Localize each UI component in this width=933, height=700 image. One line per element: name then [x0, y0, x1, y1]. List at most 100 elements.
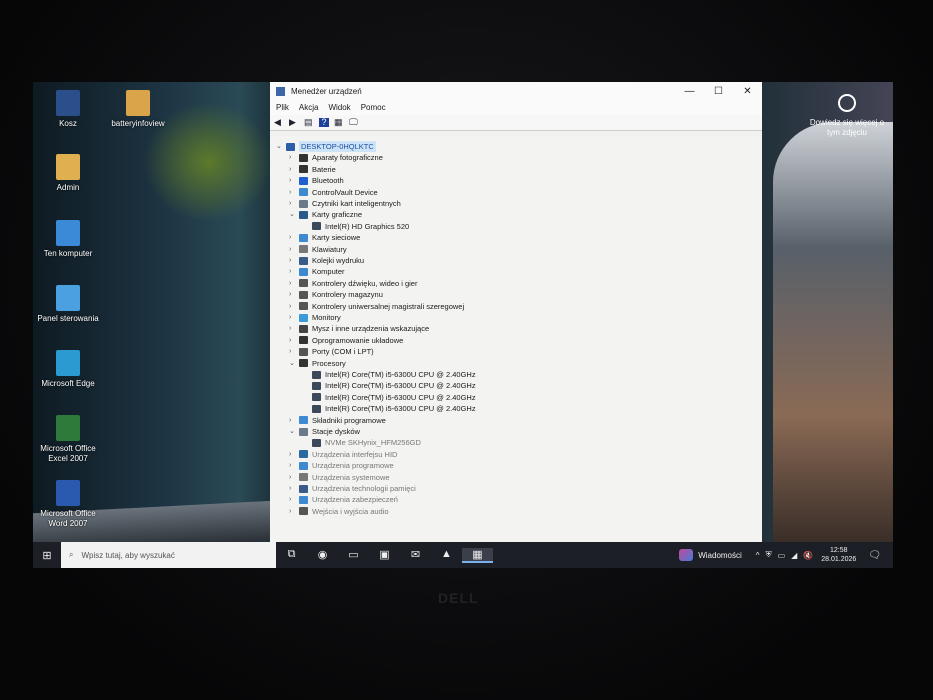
title-bar[interactable]: Menedżer urządzeń — ☐ ✕ — [270, 82, 762, 100]
expand-icon[interactable]: › — [289, 187, 299, 198]
expand-icon[interactable]: › — [289, 278, 299, 289]
scan-hardware-icon[interactable]: 🖵 — [349, 118, 359, 127]
desktop-icon[interactable]: Kosz — [33, 90, 103, 129]
desktop-icon[interactable]: batteryinfoview — [103, 90, 173, 129]
desktop-icon[interactable]: Ten komputer — [33, 220, 103, 259]
device-item[interactable]: Intel(R) Core(TM) i5-6300U CPU @ 2.40GHz — [302, 403, 476, 414]
expand-icon[interactable]: › — [289, 460, 299, 471]
expand-icon[interactable]: › — [289, 335, 299, 346]
menu-plik[interactable]: Plik — [276, 103, 289, 112]
tree-node[interactable]: › Wejścia i wyjścia audio — [289, 506, 389, 517]
minimize-button[interactable]: — — [675, 86, 704, 97]
expand-icon[interactable]: › — [289, 323, 299, 334]
tree-node[interactable]: › Kontrolery magazynu — [289, 289, 383, 300]
store-icon[interactable]: ▣ — [369, 548, 400, 563]
expand-icon[interactable]: › — [289, 346, 299, 357]
collapse-icon[interactable]: ⌄ — [289, 209, 299, 220]
network-icon[interactable]: ◢ — [791, 551, 797, 560]
expand-icon[interactable]: › — [289, 164, 299, 175]
update-driver-icon[interactable]: ▦ — [334, 118, 344, 127]
properties-icon[interactable]: ▤ — [304, 118, 314, 127]
expand-icon[interactable]: › — [289, 266, 299, 277]
expand-icon[interactable]: › — [289, 483, 299, 494]
tree-node[interactable]: › Komputer — [289, 266, 345, 277]
clock[interactable]: 12:58 28.01.2026 — [821, 546, 856, 564]
device-item[interactable]: Intel(R) Core(TM) i5-6300U CPU @ 2.40GHz — [302, 380, 476, 391]
tree-node[interactable]: › ControlVault Device — [289, 187, 378, 198]
search-box[interactable]: ⌕ Wpisz tutaj, aby wyszukać — [61, 542, 276, 568]
tree-node[interactable]: › Urządzenia programowe — [289, 460, 394, 471]
explorer-icon[interactable]: ▭ — [338, 548, 369, 563]
desktop-icon[interactable]: Panel sterowania — [33, 285, 103, 324]
desktop-icon[interactable]: Microsoft Office Word 2007 — [33, 480, 103, 529]
tree-node[interactable]: › Czytniki kart inteligentnych — [289, 198, 401, 209]
expand-icon[interactable]: › — [289, 152, 299, 163]
device-item[interactable]: Intel(R) Core(TM) i5-6300U CPU @ 2.40GHz — [302, 392, 476, 403]
edge-icon[interactable]: ◉ — [307, 548, 338, 563]
tree-node[interactable]: › Kontrolery uniwersalnej magistrali szer… — [289, 301, 464, 312]
tree-node[interactable]: › Karty sieciowe — [289, 232, 360, 243]
security-icon[interactable]: ⛨ — [766, 550, 772, 560]
tree-node[interactable]: ⌄ Procesory — [289, 358, 346, 369]
menu-pomoc[interactable]: Pomoc — [361, 103, 386, 112]
tree-node[interactable]: › Monitory — [289, 312, 341, 323]
tree-node[interactable]: ⌄ DESKTOP-0HQLKTC — [276, 141, 376, 152]
device-item[interactable]: Intel(R) Core(TM) i5-6300U CPU @ 2.40GHz — [302, 369, 476, 380]
expand-icon[interactable]: › — [289, 415, 299, 426]
notifications-icon[interactable]: 🗨 — [868, 550, 881, 561]
app-icon[interactable]: ▲ — [431, 548, 462, 563]
expand-icon[interactable]: › — [289, 232, 299, 243]
tree-node[interactable]: ⌄ Stacje dysków — [289, 426, 360, 437]
menu-widok[interactable]: Widok — [328, 103, 350, 112]
expand-icon[interactable]: › — [289, 506, 299, 517]
expand-icon[interactable]: › — [289, 312, 299, 323]
tree-node[interactable]: › Urządzenia systemowe — [289, 472, 390, 483]
mail-icon[interactable]: ✉ — [400, 548, 431, 563]
expand-icon[interactable]: › — [289, 255, 299, 266]
tree-node[interactable]: › Mysz i inne urządzenia wskazujące — [289, 323, 429, 334]
desktop-icon[interactable]: Microsoft Edge — [33, 350, 103, 389]
back-icon[interactable]: ◀ — [274, 118, 284, 127]
expand-icon[interactable]: › — [289, 244, 299, 255]
device-manager-icon[interactable]: ▦ — [462, 547, 493, 563]
tree-node[interactable]: › Klawiatury — [289, 244, 347, 255]
collapse-icon[interactable]: ⌄ — [289, 426, 299, 437]
device-item[interactable]: Intel(R) HD Graphics 520 — [302, 221, 409, 232]
expand-icon[interactable]: › — [289, 175, 299, 186]
tree-node[interactable]: › Bluetooth — [289, 175, 344, 186]
learn-more-photo[interactable]: Dowiedz się więcej o tym zdjęciu — [807, 94, 887, 138]
expand-icon[interactable]: › — [289, 289, 299, 300]
desktop-icon[interactable]: Microsoft Office Excel 2007 — [33, 415, 103, 464]
tree-node[interactable]: › Urządzenia zabezpieczeń — [289, 494, 398, 505]
tree-node[interactable]: › Baterie — [289, 164, 336, 175]
maximize-button[interactable]: ☐ — [704, 86, 733, 97]
menu-akcja[interactable]: Akcja — [299, 103, 319, 112]
tree-node[interactable]: › Aparaty fotograficzne — [289, 152, 383, 163]
expand-icon[interactable]: › — [289, 472, 299, 483]
help-icon[interactable]: ? — [319, 118, 329, 127]
collapse-icon[interactable]: ⌄ — [276, 141, 286, 152]
start-button[interactable]: ⊞ — [33, 549, 61, 562]
expand-icon[interactable]: › — [289, 494, 299, 505]
tree-node[interactable]: › Kolejki wydruku — [289, 255, 364, 266]
device-item[interactable]: NVMe SKHynix_HFM256GD — [302, 437, 421, 448]
tree-node[interactable]: › Urządzenia interfejsu HID — [289, 449, 397, 460]
task-view-icon[interactable]: ⧉ — [276, 548, 307, 563]
tree-node[interactable]: › Oprogramowanie układowe — [289, 335, 403, 346]
show-hidden-icons[interactable]: ^ — [756, 551, 760, 560]
battery-icon[interactable]: ▭ — [778, 551, 786, 560]
tree-node[interactable]: › Kontrolery dźwięku, wideo i gier — [289, 278, 417, 289]
volume-muted-icon[interactable]: 🔇 — [803, 551, 813, 560]
expand-icon[interactable]: › — [289, 198, 299, 209]
desktop-icon[interactable]: Admin — [33, 154, 103, 193]
collapse-icon[interactable]: ⌄ — [289, 358, 299, 369]
tree-node[interactable]: › Porty (COM i LPT) — [289, 346, 374, 357]
expand-icon[interactable]: › — [289, 301, 299, 312]
tree-node[interactable]: › Składniki programowe — [289, 415, 386, 426]
close-button[interactable]: ✕ — [733, 86, 762, 97]
news-widget[interactable]: Wiadomości — [679, 549, 742, 561]
forward-icon[interactable]: ▶ — [289, 118, 299, 127]
expand-icon[interactable]: › — [289, 449, 299, 460]
tree-node[interactable]: ⌄ Karty graficzne — [289, 209, 362, 220]
tree-node[interactable]: › Urządzenia technologii pamięci — [289, 483, 416, 494]
